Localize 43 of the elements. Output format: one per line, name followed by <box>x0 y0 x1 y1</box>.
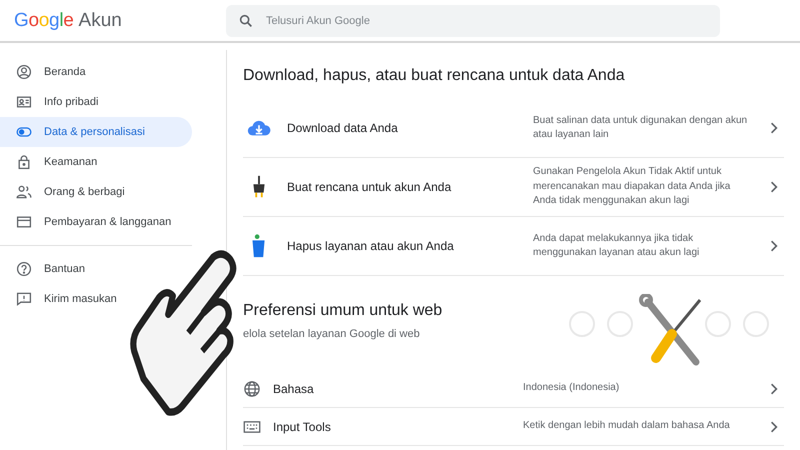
sidebar-item[interactable]: Keamanan <box>0 147 106 177</box>
settings-row[interactable]: Download data Anda Buat salinan data untuk digunakan dengan akun atau layanan lain <box>243 99 784 158</box>
row-description: Indonesia (Indonesia) <box>523 381 620 396</box>
row-label: Input Tools <box>273 420 332 434</box>
search-field[interactable]: Telusuri Akun Google <box>226 4 720 36</box>
search-icon <box>238 12 254 28</box>
sidebar-item[interactable]: Kirim masukan <box>0 284 125 314</box>
product-name: Akun <box>78 10 122 32</box>
row-label: Hapus layanan atau akun Anda <box>287 239 455 253</box>
section-title: Preferensi umum untuk web <box>243 302 442 320</box>
globe-icon <box>243 380 261 398</box>
people-icon <box>16 184 32 200</box>
chevron-right-icon <box>770 122 778 134</box>
settings-row[interactable]: Bahasa Indonesia (Indonesia) <box>243 370 784 408</box>
lock-icon <box>16 154 32 170</box>
account-circle-icon <box>16 64 32 80</box>
row-label: Bahasa <box>273 382 315 396</box>
credit-card-icon <box>16 214 32 230</box>
sidebar-item[interactable]: Orang & berbagi <box>0 177 133 207</box>
settings-row[interactable]: Buat rencana untuk akun Anda Gunakan Pengelola Akun Tidak Aktif untuk merencanakan mau diapakan data Anda jika Anda tidak menggunakan akun lagi <box>243 158 784 217</box>
help-icon <box>16 261 32 277</box>
chevron-right-icon <box>770 240 778 252</box>
row-description: Ketik dengan lebih mudah dalam bahasa Anda <box>523 419 731 434</box>
settings-row[interactable]: Input Tools Ketik dengan lebih mudah dalam bahasa Anda <box>243 408 784 446</box>
chevron-right-icon <box>770 181 778 193</box>
row-label: Download data Anda <box>287 121 399 135</box>
google-logo[interactable]: Google <box>14 10 74 32</box>
chevron-right-icon <box>770 420 778 432</box>
settings-row[interactable]: Hapus layanan atau akun Anda Anda dapat melakukannya jika tidak menggunakan layanan atau akun lagi <box>243 217 784 276</box>
section-subtitle: elola setelan layanan Google di web <box>243 328 421 340</box>
row-description: Anda dapat melakukannya jika tidak menggunakan layanan atau akun lagi <box>533 232 700 260</box>
row-description: Buat salinan data untuk digunakan dengan akun atau layanan lain <box>533 114 748 142</box>
sidebar-item[interactable]: Info pribadi <box>0 87 106 117</box>
feedback-icon <box>16 291 32 307</box>
row-description: Gunakan Pengelola Akun Tidak Aktif untuk merencanakan mau diapakan data Anda jika Anda tidak menggunakan akun lagi <box>533 165 732 208</box>
section-title: Download, hapus, atau buat rencana untuk data Anda <box>243 67 625 85</box>
chevron-right-icon <box>770 382 778 394</box>
sidebar-item[interactable]: Beranda <box>0 57 94 87</box>
sidebar-item[interactable]: Pembayaran & langganan <box>0 207 180 237</box>
sidebar-item[interactable]: Data & personalisasi <box>0 117 192 147</box>
sidebar-item[interactable]: Bantuan <box>0 254 93 284</box>
row-label: Buat rencana untuk akun Anda <box>287 180 452 194</box>
id-card-icon <box>16 94 32 110</box>
